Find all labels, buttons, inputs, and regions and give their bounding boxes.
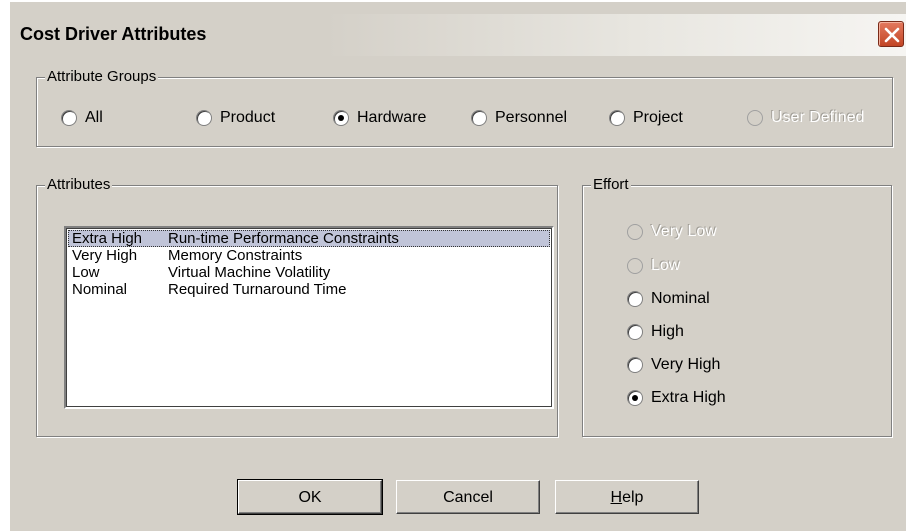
radio-hardware[interactable]: Hardware bbox=[333, 109, 426, 127]
effort-legend: Effort bbox=[591, 176, 631, 194]
help-button[interactable]: Help bbox=[555, 480, 699, 514]
radio-hardware-label: Hardware bbox=[357, 109, 427, 126]
attributes-legend: Attributes bbox=[45, 176, 113, 194]
title-bar[interactable]: Cost Driver Attributes bbox=[10, 14, 906, 56]
radio-product[interactable]: Product bbox=[196, 109, 275, 127]
ok-button-label: OK bbox=[298, 489, 322, 506]
list-item-name: Run-time Performance Constraints bbox=[168, 230, 399, 247]
attributes-listbox[interactable]: Extra High Run-time Performance Constrai… bbox=[64, 226, 554, 409]
close-icon bbox=[884, 27, 900, 43]
list-item[interactable]: Low Virtual Machine Volatility bbox=[68, 264, 550, 281]
list-item-level: Nominal bbox=[72, 281, 128, 298]
effort-radio-extra-high-dot[interactable] bbox=[627, 390, 643, 406]
effort-radio-low: Low bbox=[627, 257, 680, 275]
effort-radio-low-dot bbox=[627, 258, 643, 274]
attribute-groups-legend: Attribute Groups bbox=[45, 68, 159, 86]
list-item-level: Low bbox=[72, 264, 100, 281]
radio-all[interactable]: All bbox=[61, 109, 103, 127]
list-item-level: Extra High bbox=[72, 230, 143, 247]
list-item-name: Required Turnaround Time bbox=[168, 281, 347, 298]
effort-radio-high[interactable]: High bbox=[627, 323, 684, 341]
radio-product-dot[interactable] bbox=[196, 110, 212, 126]
radio-user-defined-label: User Defined bbox=[771, 109, 865, 126]
effort-radio-very-low-label: Very Low bbox=[651, 223, 717, 240]
effort-radio-very-high-dot[interactable] bbox=[627, 357, 643, 373]
dialog-window: Cost Driver Attributes Attribute Groups … bbox=[8, 0, 906, 531]
effort-radio-extra-high-label: Extra High bbox=[651, 389, 726, 406]
radio-personnel[interactable]: Personnel bbox=[471, 109, 567, 127]
window-title: Cost Driver Attributes bbox=[20, 24, 207, 44]
cancel-button[interactable]: Cancel bbox=[396, 480, 540, 514]
radio-user-defined: User Defined bbox=[747, 109, 864, 127]
list-item[interactable]: Extra High Run-time Performance Constrai… bbox=[68, 230, 550, 247]
help-button-mnemonic: H bbox=[610, 489, 623, 506]
effort-radio-high-dot[interactable] bbox=[627, 324, 643, 340]
ok-button[interactable]: OK bbox=[237, 479, 383, 515]
radio-project-dot[interactable] bbox=[609, 110, 625, 126]
close-button[interactable] bbox=[878, 21, 904, 47]
attributes-group: Attributes Extra High Run-time Performan… bbox=[36, 176, 558, 437]
radio-personnel-label: Personnel bbox=[495, 109, 568, 126]
effort-radio-nominal-label: Nominal bbox=[651, 290, 710, 307]
radio-project-label: Project bbox=[633, 109, 683, 126]
list-item-name: Memory Constraints bbox=[168, 247, 303, 264]
effort-radio-low-label: Low bbox=[651, 257, 681, 274]
list-item-name: Virtual Machine Volatility bbox=[168, 264, 331, 281]
cancel-button-label: Cancel bbox=[443, 489, 493, 506]
radio-all-label: All bbox=[85, 109, 103, 126]
effort-radio-extra-high[interactable]: Extra High bbox=[627, 389, 726, 407]
effort-radio-nominal-dot[interactable] bbox=[627, 291, 643, 307]
effort-radio-nominal[interactable]: Nominal bbox=[627, 290, 710, 308]
effort-radio-very-low-dot bbox=[627, 224, 643, 240]
radio-personnel-dot[interactable] bbox=[471, 110, 487, 126]
effort-radio-very-low: Very Low bbox=[627, 223, 717, 241]
list-item[interactable]: Nominal Required Turnaround Time bbox=[68, 281, 550, 298]
effort-radio-very-high-label: Very High bbox=[651, 356, 721, 373]
radio-hardware-dot[interactable] bbox=[333, 110, 349, 126]
effort-group: Effort Very Low Low Nominal High Very Hi… bbox=[582, 176, 892, 437]
list-item-level: Very High bbox=[72, 247, 138, 264]
radio-user-defined-dot bbox=[747, 110, 763, 126]
effort-radio-high-label: High bbox=[651, 323, 684, 340]
radio-project[interactable]: Project bbox=[609, 109, 683, 127]
attribute-groups-group: Attribute Groups All Product Hardware Pe… bbox=[36, 68, 893, 147]
radio-all-dot[interactable] bbox=[61, 110, 77, 126]
effort-radio-very-high[interactable]: Very High bbox=[627, 356, 720, 374]
list-item[interactable]: Very High Memory Constraints bbox=[68, 247, 550, 264]
radio-product-label: Product bbox=[220, 109, 276, 126]
help-button-label: elp bbox=[622, 489, 644, 506]
